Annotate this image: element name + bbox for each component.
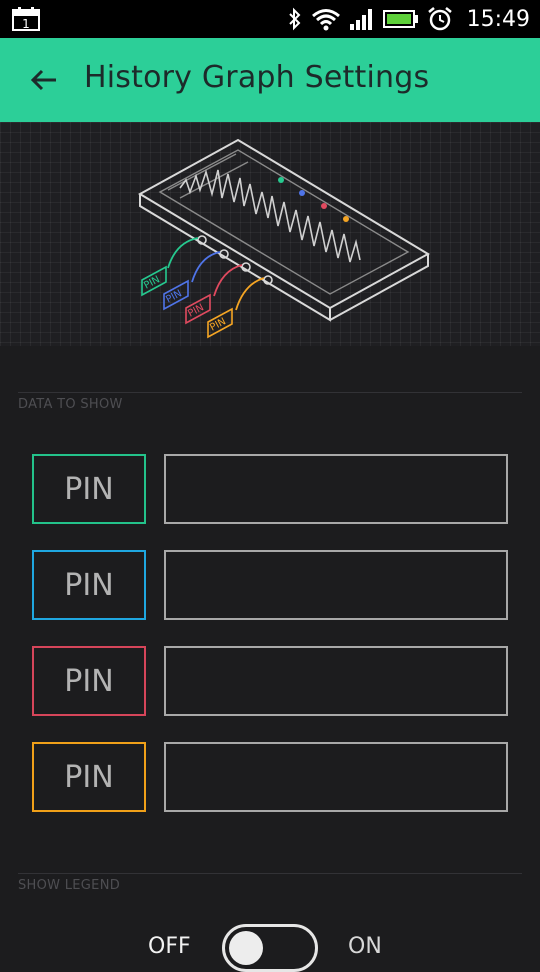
device-illustration: PIN PIN PIN PIN xyxy=(137,138,431,339)
bluetooth-icon xyxy=(288,7,301,31)
value-field-4[interactable] xyxy=(164,742,508,812)
signal-icon xyxy=(349,9,372,30)
battery-icon xyxy=(382,10,418,28)
arrow-left-icon xyxy=(30,69,56,91)
toggle-on-label: ON xyxy=(348,934,382,959)
section-label-data: DATA TO SHOW xyxy=(18,397,123,412)
svg-text:PIN: PIN xyxy=(186,302,206,319)
alarm-icon xyxy=(427,7,452,31)
toggle-off-label: OFF xyxy=(148,934,191,959)
wifi-icon xyxy=(311,9,340,31)
svg-text:PIN: PIN xyxy=(142,274,162,291)
value-field-3[interactable] xyxy=(164,646,508,716)
pin-select-button-3[interactable]: PIN xyxy=(32,646,146,716)
pin-tag-4: PIN xyxy=(207,307,233,339)
divider xyxy=(18,392,522,393)
status-time: 15:49 xyxy=(466,6,530,32)
pin-select-button-2[interactable]: PIN xyxy=(32,550,146,620)
pin-tag-1: PIN xyxy=(141,265,167,297)
pin-tag-2: PIN xyxy=(163,279,189,311)
legend-toggle[interactable] xyxy=(222,924,318,972)
pin-select-button-4[interactable]: PIN xyxy=(32,742,146,812)
pin-tag-3: PIN xyxy=(185,293,211,325)
back-button[interactable] xyxy=(22,58,66,102)
value-field-2[interactable] xyxy=(164,550,508,620)
graph-illustration: PIN PIN PIN PIN xyxy=(0,122,540,346)
section-label-legend: SHOW LEGEND xyxy=(18,878,121,893)
calendar-day: 1 xyxy=(22,17,30,31)
calendar-icon: 1 xyxy=(12,7,40,31)
status-bar: 1 15:49 xyxy=(0,0,540,38)
pin-select-button-1[interactable]: PIN xyxy=(32,454,146,524)
app-bar: History Graph Settings xyxy=(0,38,540,122)
value-field-1[interactable] xyxy=(164,454,508,524)
page-title: History Graph Settings xyxy=(84,60,430,95)
divider xyxy=(18,873,522,874)
svg-text:PIN: PIN xyxy=(208,316,228,333)
svg-text:PIN: PIN xyxy=(164,288,184,305)
legend-toggle-row: OFF ON xyxy=(0,918,540,972)
